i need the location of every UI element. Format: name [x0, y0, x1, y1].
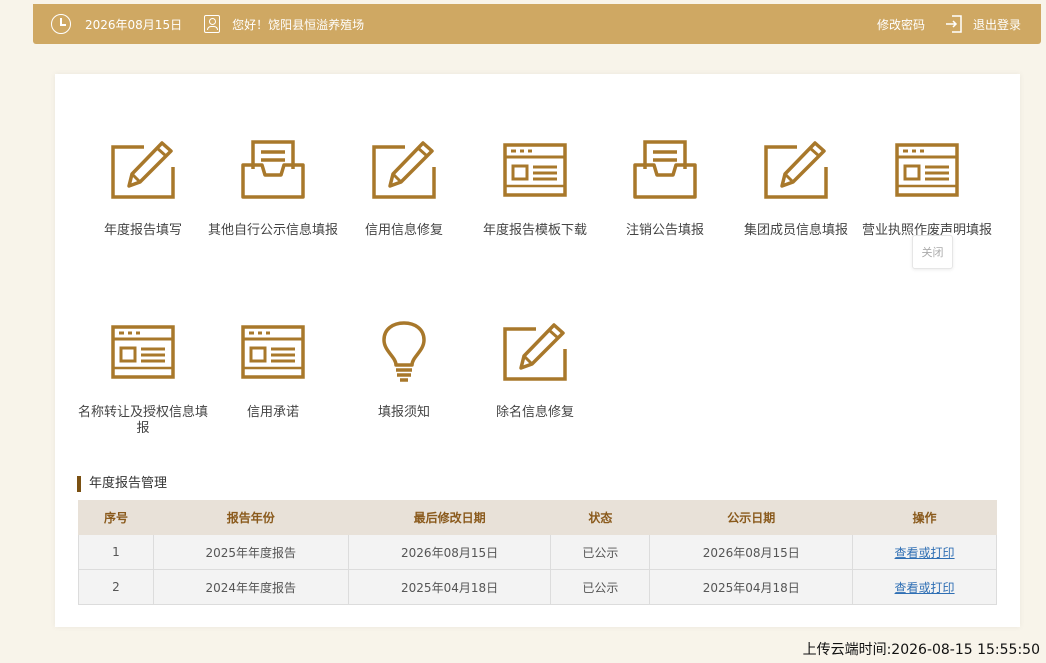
view-print-link[interactable]: 查看或打印 [895, 581, 955, 595]
cell-no: 2 [78, 569, 154, 605]
cell-year: 2025年年度报告 [152, 534, 349, 570]
browser-window-icon [111, 325, 175, 379]
top-bar: 2026年08月15日 您好！饶阳县恒溢养殖场 修改密码 退出登录 [33, 4, 1041, 44]
tile-license-void[interactable]: 营业执照作废声明填报 [862, 139, 992, 239]
cell-published: 2026年08月15日 [649, 534, 854, 570]
column-header: 操作 [852, 500, 997, 535]
inbox-tray-icon [633, 140, 697, 199]
greeting-text: 您好！饶阳县恒溢养殖场 [232, 17, 365, 32]
cell-no: 1 [78, 534, 154, 570]
cell-year: 2024年年度报告 [152, 569, 349, 605]
tile-template-download[interactable]: 年度报告模板下载 [470, 139, 600, 239]
tile-removal-repair[interactable]: 除名信息修复 [470, 321, 600, 421]
current-date: 2026年08月15日 [85, 17, 183, 32]
table-row: 1 2025年年度报告 2026年08月15日 已公示 2026年08月15日 … [78, 534, 997, 570]
clock-icon [51, 14, 71, 34]
tile-credit-commitment[interactable]: 信用承诺 [208, 321, 338, 421]
logout-link[interactable]: 退出登录 [973, 16, 1021, 33]
cell-action: 查看或打印 [852, 569, 997, 605]
browser-window-icon [503, 143, 567, 197]
tile-label: 填报须知 [377, 405, 430, 420]
change-password-link[interactable]: 修改密码 [877, 16, 925, 33]
tile-credit-repair[interactable]: 信用信息修复 [339, 139, 469, 239]
cell-published: 2025年04月18日 [649, 569, 854, 605]
column-header: 状态 [550, 500, 651, 535]
browser-window-icon [241, 325, 305, 379]
pencil-edit-icon [111, 141, 175, 199]
browser-window-icon [895, 143, 959, 197]
tile-label: 信用信息修复 [364, 223, 443, 238]
column-header: 报告年份 [152, 500, 349, 535]
table-header-row: 序号 报告年份 最后修改日期 状态 公示日期 操作 [78, 500, 997, 535]
column-header: 公示日期 [649, 500, 854, 535]
tile-label: 年度报告填写 [103, 223, 182, 238]
cell-action: 查看或打印 [852, 534, 997, 570]
tile-label: 信用承诺 [246, 405, 299, 420]
upload-time: 上传云端时间:2026-08-15 15:55:50 [802, 642, 1040, 658]
column-header: 序号 [78, 500, 154, 535]
tile-filing-notice[interactable]: 填报须知 [339, 321, 469, 421]
cell-modified: 2025年04月18日 [347, 569, 552, 605]
tile-deregistration-notice[interactable]: 注销公告填报 [600, 139, 730, 239]
view-print-link[interactable]: 查看或打印 [895, 546, 955, 560]
inbox-tray-icon [241, 140, 305, 199]
column-header: 最后修改日期 [347, 500, 552, 535]
tile-label: 年度报告模板下载 [482, 223, 587, 238]
tile-name-transfer[interactable]: 名称转让及授权信息填报 [78, 321, 208, 437]
main-card: 年度报告填写 其他自行公示信息填报 信用信息修复 年度报告模板下载 注销公告填报… [55, 74, 1020, 627]
user-badge-icon [204, 15, 221, 33]
pencil-edit-icon [764, 141, 828, 199]
tile-annual-report-fill[interactable]: 年度报告填写 [78, 139, 208, 239]
lightbulb-icon [382, 321, 426, 382]
pencil-edit-icon [372, 141, 436, 199]
close-tooltip[interactable]: 关闭 [912, 235, 953, 269]
logout-icon[interactable] [945, 15, 963, 33]
tile-label: 其他自行公示信息填报 [208, 223, 339, 238]
tile-other-disclosure[interactable]: 其他自行公示信息填报 [208, 139, 338, 239]
tile-label: 注销公告填报 [625, 223, 704, 238]
cell-status: 已公示 [550, 569, 651, 605]
cell-status: 已公示 [550, 534, 651, 570]
tile-label: 集团成员信息填报 [743, 223, 848, 238]
table-row: 2 2024年年度报告 2025年04月18日 已公示 2025年04月18日 … [78, 569, 997, 605]
tile-label: 名称转让及授权信息填报 [78, 405, 209, 436]
tile-group-member[interactable]: 集团成员信息填报 [731, 139, 861, 239]
section-title: 年度报告管理 [77, 476, 167, 492]
pencil-edit-icon [503, 323, 567, 381]
tile-label: 除名信息修复 [495, 405, 574, 420]
cell-modified: 2026年08月15日 [347, 534, 552, 570]
annual-report-table: 序号 报告年份 最后修改日期 状态 公示日期 操作 1 2025年年度报告 20… [78, 500, 997, 605]
